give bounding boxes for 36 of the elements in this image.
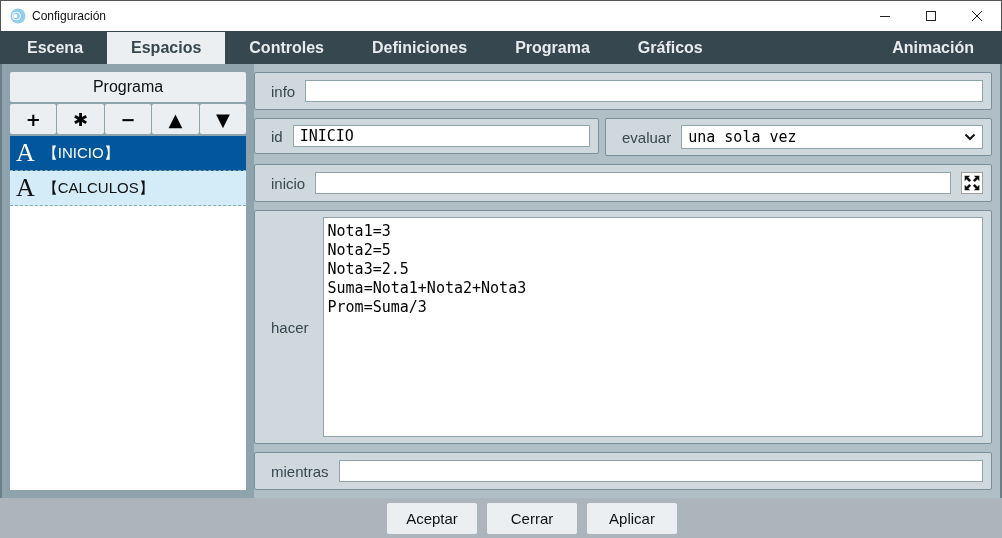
- app-icon: [10, 8, 26, 24]
- tab[interactable]: Animación: [868, 32, 1002, 64]
- code-field[interactable]: Nota1=3 Nota2=5 Nota3=2.5 Suma=Nota1+Nota2+Nota3 Prom=Suma/3: [322, 217, 983, 437]
- chevron-down-icon: [964, 133, 976, 141]
- field-label: id: [271, 127, 283, 145]
- dialog-button[interactable]: Aceptar: [387, 502, 477, 534]
- tab[interactable]: Programa: [491, 32, 614, 64]
- window-title: Configuración: [32, 9, 107, 23]
- field-label: hacer: [271, 318, 309, 336]
- field-label: mientras: [271, 462, 329, 480]
- expand-icon[interactable]: [961, 172, 983, 194]
- tool-button[interactable]: ▲: [152, 104, 199, 134]
- field-label: inicio: [271, 174, 306, 192]
- field-label: info: [271, 82, 296, 100]
- list-item[interactable]: A 【INICIO】: [10, 136, 246, 171]
- evaluar-dropdown[interactable]: una sola vez: [681, 125, 983, 149]
- tool-button[interactable]: ✱: [57, 104, 104, 134]
- list-item[interactable]: A 【CALCULOS】: [10, 171, 246, 206]
- tab[interactable]: Definiciones: [348, 32, 492, 64]
- input-field[interactable]: [338, 460, 983, 482]
- tool-button[interactable]: +: [10, 104, 57, 134]
- field-label: evaluar: [622, 128, 672, 146]
- tool-button[interactable]: ▼: [199, 104, 247, 134]
- maximize-icon[interactable]: [925, 10, 937, 22]
- input-field[interactable]: [315, 172, 951, 194]
- tab[interactable]: Escena: [3, 32, 108, 64]
- close-icon[interactable]: [971, 10, 983, 22]
- input-field[interactable]: INICIO: [292, 125, 590, 147]
- tab[interactable]: Gráficos: [613, 32, 727, 64]
- dialog-button[interactable]: Aplicar: [587, 502, 677, 534]
- tool-button[interactable]: −: [104, 104, 152, 134]
- tab[interactable]: Controles: [225, 32, 348, 64]
- panel-title: Programa: [10, 72, 246, 102]
- dialog-button[interactable]: Cerrar: [487, 502, 577, 534]
- tab[interactable]: Espacios: [107, 32, 226, 64]
- input-field[interactable]: [305, 80, 983, 102]
